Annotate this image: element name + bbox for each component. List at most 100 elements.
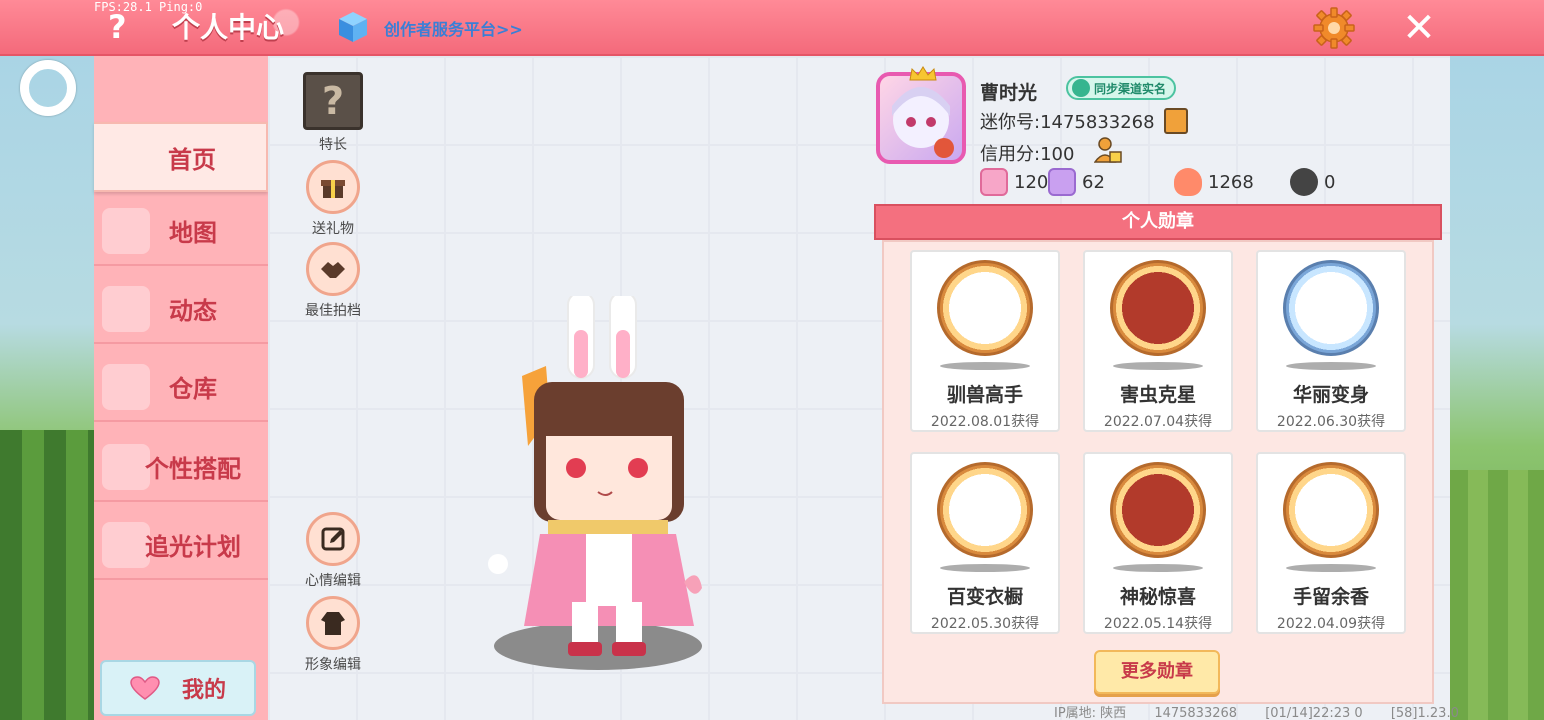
specialty-button[interactable]: ? 特长: [298, 72, 368, 154]
main-panel: ? 特长 送礼物 最佳拍档 心情编辑 形象编辑 曹时光 同步渠道实名 迷你号:1…: [268, 56, 1459, 720]
page-title: 个人中心: [172, 11, 285, 44]
footer-id: 1475833268: [1154, 706, 1238, 720]
header-bar: FPS:28.1 Ping:0 ? 个人中心 创作者服务平台>> ✕: [0, 0, 1544, 56]
medal-card[interactable]: 害虫克星 2022.07.04获得: [1083, 250, 1233, 432]
help-icon[interactable]: ?: [108, 8, 127, 46]
close-icon[interactable]: ✕: [1398, 8, 1440, 50]
medal-name: 华丽变身: [1292, 384, 1369, 406]
stat-cheer: 62: [1048, 168, 1105, 196]
credit-person-icon[interactable]: [1094, 136, 1122, 164]
sidebar-item-label: 动态: [169, 296, 217, 325]
sidebar-item-home[interactable]: 首页: [94, 122, 268, 192]
stat-likes: 0: [1290, 168, 1335, 196]
medal-shadow: [1113, 564, 1203, 572]
footer-info: IP属地: 陕西 1475833268 [01/14]22:23 0 [58]1…: [1054, 702, 1483, 720]
light-plan-icon: [102, 522, 150, 568]
avatar-character: [488, 296, 702, 670]
send-gift-button[interactable]: 送礼物: [298, 160, 368, 238]
footer-version: [58]1.23.0: [1390, 706, 1459, 720]
medal-shadow: [940, 564, 1030, 572]
stat-value: 1268: [1208, 171, 1254, 193]
medal-name: 手留余香: [1292, 586, 1369, 608]
heart-icon: [130, 676, 160, 700]
sidebar-item-label: 仓库: [169, 374, 217, 403]
medal-date: 2022.06.30获得: [1276, 414, 1386, 430]
pest-medal-icon: [1110, 260, 1206, 356]
medal-card[interactable]: 华丽变身 2022.06.30获得: [1256, 250, 1406, 432]
plus-card-icon: [980, 168, 1008, 196]
medal-card[interactable]: 百变衣橱 2022.05.30获得: [910, 452, 1060, 634]
flame-icon: [1174, 168, 1202, 196]
cheer-icon: [1048, 168, 1076, 196]
bell-icon: [102, 286, 150, 332]
best-partner-button[interactable]: 最佳拍档: [298, 242, 368, 320]
medal-card[interactable]: 驯兽高手 2022.08.01获得: [910, 250, 1060, 432]
stat-popularity: 1268: [1174, 168, 1254, 196]
sidebar-item-label: 追光计划: [145, 532, 241, 561]
best-partner-label: 最佳拍档: [305, 303, 361, 319]
mood-edit-button[interactable]: 心情编辑: [298, 512, 368, 590]
sidebar-item-storage[interactable]: 仓库: [94, 352, 268, 422]
medal-card[interactable]: 手留余香 2022.04.09获得: [1256, 452, 1406, 634]
sidebar-item-outfit[interactable]: 个性搭配: [94, 432, 268, 502]
mini-id: 迷你号:1475833268: [980, 112, 1155, 133]
more-medals-button[interactable]: 更多勋章: [1094, 650, 1220, 694]
surprise-medal-icon: [1110, 462, 1206, 558]
credit-score: 信用分:100: [980, 144, 1075, 165]
medal-name: 神秘惊喜: [1119, 586, 1196, 608]
creator-platform-link[interactable]: 创作者服务平台>>: [384, 16, 523, 40]
gear-icon[interactable]: [1312, 6, 1356, 50]
medal-shadow: [940, 362, 1030, 370]
sidebar-item-label: 个性搭配: [145, 454, 241, 483]
cube-icon[interactable]: [336, 10, 370, 44]
outfit-icon: [102, 444, 150, 490]
ring-icon[interactable]: [20, 60, 76, 116]
mood-edit-label: 心情编辑: [305, 573, 361, 589]
medal-shadow: [1286, 362, 1376, 370]
player-name: 曹时光: [980, 82, 1038, 104]
edit-icon: [306, 512, 360, 566]
gift-icon: [306, 160, 360, 214]
crown-icon: [909, 66, 937, 81]
sidebar-item-label: 首页: [168, 145, 216, 174]
fragrance-medal-icon: [1283, 462, 1379, 558]
mine-button[interactable]: 我的: [100, 660, 256, 716]
stat-value: 62: [1082, 171, 1105, 193]
ip-location: IP属地: 陕西: [1054, 706, 1127, 720]
scenery-right: [1448, 470, 1544, 720]
hearts-icon: [1290, 168, 1318, 196]
verify-label: 同步渠道实名: [1094, 81, 1167, 96]
avatar[interactable]: [876, 72, 966, 164]
mine-label: 我的: [181, 678, 226, 703]
sidebar-item-feed[interactable]: 动态: [94, 274, 268, 344]
question-block-icon: ?: [303, 72, 363, 130]
wardrobe-medal-icon: [937, 462, 1033, 558]
medal-name: 百变衣橱: [946, 586, 1023, 608]
specialty-label: 特长: [319, 137, 347, 153]
medal-date: 2022.04.09获得: [1276, 616, 1386, 632]
medal-date: 2022.05.30获得: [930, 616, 1040, 632]
medal-card[interactable]: 神秘惊喜 2022.05.14获得: [1083, 452, 1233, 634]
verify-badge[interactable]: 同步渠道实名: [1066, 76, 1177, 100]
scenery-left: [0, 430, 100, 720]
sidebar-item-map[interactable]: 地图: [94, 196, 268, 266]
stat-value: 0: [1324, 171, 1336, 193]
medal-shadow: [1286, 564, 1376, 572]
storage-icon: [102, 364, 150, 410]
handshake-icon: [306, 242, 360, 296]
sidebar-item-light-plan[interactable]: 追光计划: [94, 510, 268, 580]
transform-medal-icon: [1283, 260, 1379, 356]
person-icon: [1072, 79, 1090, 97]
sidebar-item-label: 地图: [169, 218, 217, 247]
send-gift-label: 送礼物: [312, 221, 354, 237]
copy-icon[interactable]: [1164, 108, 1188, 134]
medal-name: 驯兽高手: [946, 384, 1023, 406]
medal-date: 2022.05.14获得: [1103, 616, 1213, 632]
sidebar: 首页 地图 动态 仓库 个性搭配 追光计划 我的: [94, 56, 268, 720]
footer-time: [01/14]22:23 0: [1265, 706, 1363, 720]
stat-cards: 120: [980, 168, 1048, 196]
look-edit-label: 形象编辑: [305, 657, 361, 673]
look-edit-button[interactable]: 形象编辑: [298, 596, 368, 674]
map-icon: [102, 208, 150, 254]
medal-name: 害虫克星: [1119, 384, 1196, 406]
